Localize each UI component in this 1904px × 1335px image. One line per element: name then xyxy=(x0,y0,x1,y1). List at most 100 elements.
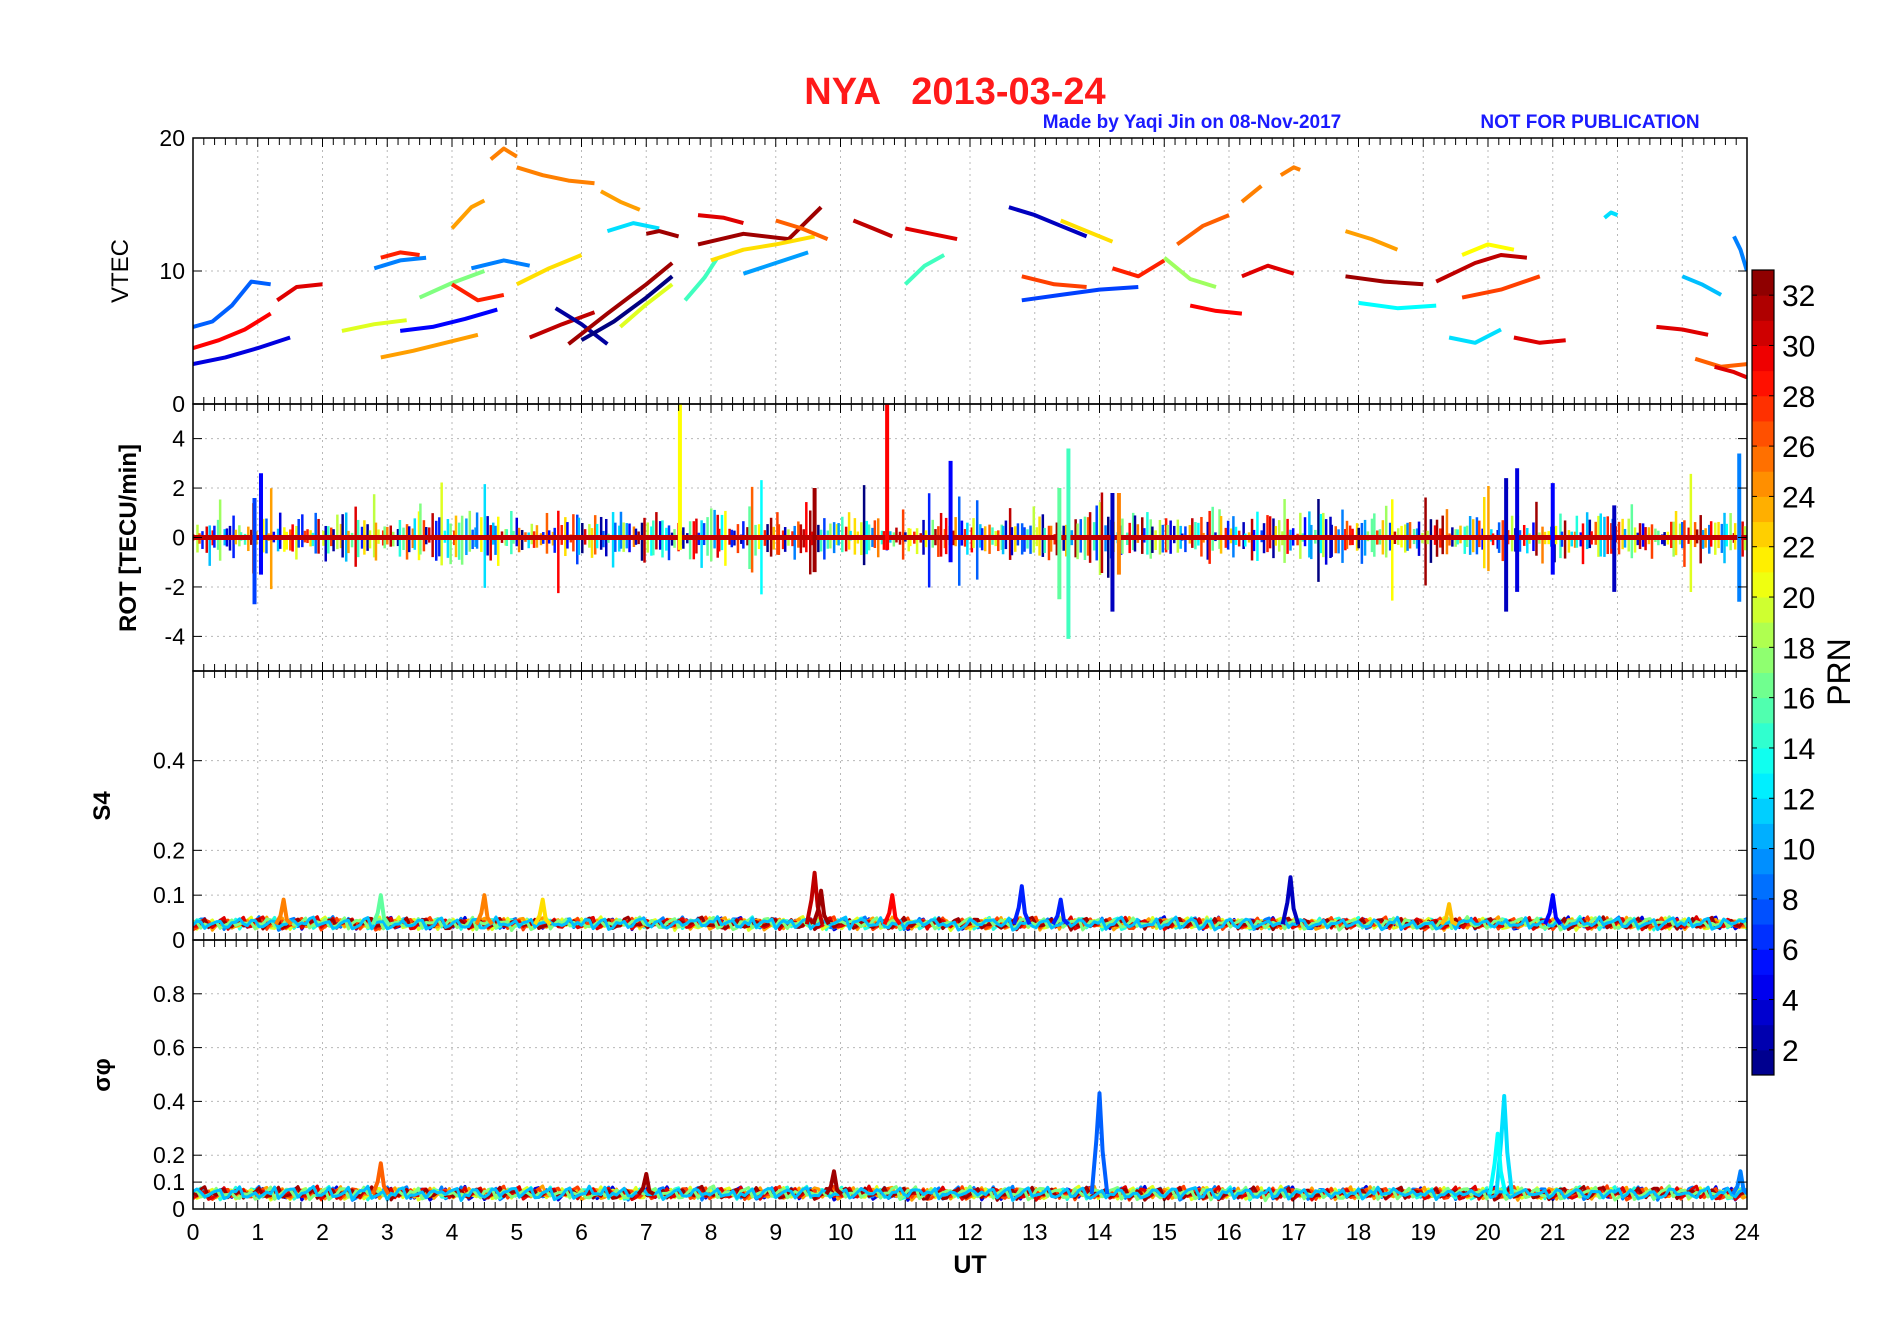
colorbar-swatch xyxy=(1752,571,1774,598)
series-line-prn-11 xyxy=(1681,274,1723,297)
colorbar-swatch xyxy=(1752,471,1774,497)
series-line-prn-20 xyxy=(341,318,407,333)
series-line-prn-30 xyxy=(697,213,744,226)
series-line-prn-18 xyxy=(1163,256,1217,289)
series-line-prn-28 xyxy=(380,250,420,260)
colorbar-swatch xyxy=(1752,446,1774,472)
xtick-label: 17 xyxy=(1281,1219,1307,1245)
panel-rot: -4 -2 0 2 4 ROT [TECU/min] xyxy=(115,403,1748,672)
series-line-prn-3 xyxy=(1008,205,1088,239)
series-line-prn-31 xyxy=(852,218,894,239)
colorbar-swatch xyxy=(1752,345,1774,372)
xtick-label: 16 xyxy=(1216,1219,1242,1245)
series-line-prn-31 xyxy=(1435,253,1528,284)
colorbar-swatch xyxy=(1752,295,1774,321)
colorbar-swatch xyxy=(1752,747,1774,774)
series-line-prn-30 xyxy=(904,226,958,242)
series-line-prn-25 xyxy=(1240,184,1263,204)
colorbar-tick-label: 4 xyxy=(1782,985,1799,1018)
colorbar-swatch xyxy=(1752,496,1774,523)
series-line-prn-30 xyxy=(276,282,323,302)
xtick-label: 18 xyxy=(1346,1219,1372,1245)
ytick-label: -4 xyxy=(165,623,186,649)
data-sigma_phi xyxy=(193,1091,1747,1203)
colorbar-swatch xyxy=(1752,773,1774,799)
colorbar-swatch xyxy=(1752,647,1774,673)
colorbar-tick-label: 30 xyxy=(1782,330,1815,363)
colorbar-swatch xyxy=(1752,270,1774,296)
colorbar-swatch xyxy=(1752,873,1774,900)
series-line-prn-26 xyxy=(1694,356,1747,369)
colorbar-swatch xyxy=(1752,672,1774,699)
series-line-prn-7 xyxy=(1021,285,1139,303)
ytick-label: 0.4 xyxy=(153,1088,185,1114)
peak-prn-8 xyxy=(1089,1091,1110,1195)
ytick-label: 10 xyxy=(159,258,185,284)
ytick-label: 0.6 xyxy=(153,1035,185,1061)
xtick-label: 7 xyxy=(640,1219,653,1245)
colorbar-swatch xyxy=(1752,597,1774,623)
series-line-prn-15 xyxy=(903,253,946,286)
grid-sigma_phi xyxy=(193,940,1747,1209)
grid-s4 xyxy=(193,671,1747,940)
xtick-label: 8 xyxy=(705,1219,718,1245)
colorbar-tick-label: 10 xyxy=(1782,834,1815,867)
colorbar-swatch xyxy=(1752,622,1774,648)
colorbar-swatch xyxy=(1752,1049,1774,1076)
ytick-label: 0.1 xyxy=(153,882,185,908)
xtick-label: 0 xyxy=(187,1219,200,1245)
colorbar-swatch xyxy=(1752,370,1774,397)
series-line-prn-32 xyxy=(1345,274,1424,287)
ytick-label: 2 xyxy=(172,475,185,501)
colorbar-swatch xyxy=(1752,823,1774,850)
grid-vtec xyxy=(193,138,1747,404)
colorbar-swatch xyxy=(1752,722,1774,749)
colorbar-tick-label: 6 xyxy=(1782,934,1799,967)
ytick-label: 0.8 xyxy=(153,981,185,1007)
series-line-prn-26 xyxy=(775,218,829,241)
ytick-label: 0 xyxy=(172,927,185,953)
series-line-prn-9 xyxy=(470,258,531,271)
xlabel: UT xyxy=(953,1251,986,1279)
series-line-prn-30 xyxy=(1714,364,1747,380)
ylabel-s4: S4 xyxy=(89,791,116,821)
series-line-prn-12 xyxy=(606,221,660,234)
xtick-label: 15 xyxy=(1151,1219,1177,1245)
figure-canvas: NYA 2013-03-24 Made by Yaqi Jin on 08-No… xyxy=(89,71,1857,1279)
colorbar-swatch xyxy=(1752,420,1774,447)
ylabel-rot: ROT [TECU/min] xyxy=(115,444,142,632)
series-line-prn-29 xyxy=(1189,303,1243,316)
panel-vtec: 0 10 20 VTEC xyxy=(107,125,1748,417)
xtick-label: 22 xyxy=(1605,1219,1631,1245)
series-line-prn-25 xyxy=(1279,165,1301,177)
series-line-prn-26 xyxy=(1176,213,1230,247)
series-line-prn-28 xyxy=(1111,258,1166,279)
colorbar-tick-label: 18 xyxy=(1782,632,1815,665)
colorbar-tick-label: 28 xyxy=(1782,381,1815,414)
colorbar-swatch xyxy=(1752,697,1774,724)
colorbar: 2468101214161820222426283032PRN xyxy=(1751,269,1857,1076)
colorbar-swatch xyxy=(1752,1024,1774,1051)
xtick-label: 5 xyxy=(510,1219,523,1245)
colorbar-swatch xyxy=(1752,974,1774,1001)
ytick-label: 0 xyxy=(172,525,185,551)
colorbar-tick-label: 32 xyxy=(1782,280,1815,313)
series-line-prn-25 xyxy=(489,146,518,161)
chart-title: NYA 2013-03-24 xyxy=(804,71,1105,113)
ytick-label: 0.2 xyxy=(153,837,185,863)
chart-notice: NOT FOR PUBLICATION xyxy=(1480,112,1699,133)
colorbar-tick-label: 16 xyxy=(1782,683,1815,716)
series-line-prn-9 xyxy=(1732,235,1747,272)
xtick-label: 19 xyxy=(1410,1219,1436,1245)
ytick-label: 0.1 xyxy=(153,1169,185,1195)
series-line-prn-13 xyxy=(1358,300,1437,311)
ytick-label: 0 xyxy=(172,391,185,417)
colorbar-swatch xyxy=(1752,320,1774,346)
colorbar-swatch xyxy=(1752,898,1774,925)
figure: NYA 2013-03-24 Made by Yaqi Jin on 08-No… xyxy=(0,0,1904,1330)
series-line-prn-12 xyxy=(1448,327,1502,345)
xtick-label: 6 xyxy=(575,1219,588,1245)
colorbar-label: PRN xyxy=(1821,638,1857,706)
xtick-label: 4 xyxy=(446,1219,459,1245)
xtick-label: 2 xyxy=(316,1219,329,1245)
